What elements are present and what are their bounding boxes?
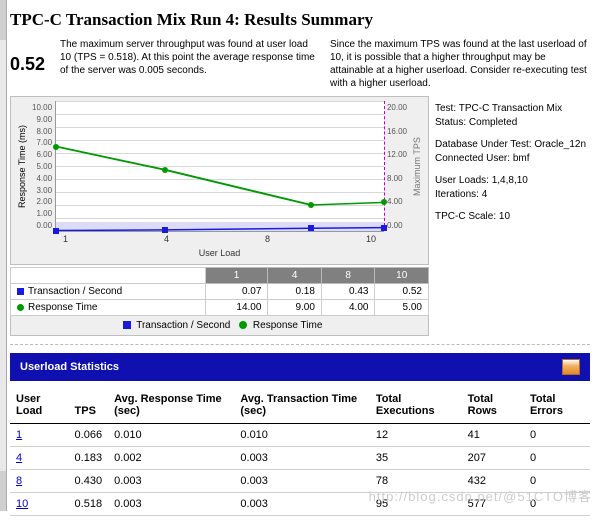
- max-tps-value: 0.52: [10, 54, 50, 75]
- divider: [10, 344, 590, 345]
- y1-axis-label: Response Time (ms): [15, 101, 29, 232]
- chart-panel: Response Time (ms) 10.009.008.007.006.00…: [10, 96, 429, 336]
- page-title: TPC-C Transaction Mix Run 4: Results Sum…: [10, 10, 590, 30]
- userload-link[interactable]: 1: [16, 429, 22, 441]
- x-ticks: 14810: [51, 232, 388, 246]
- stats-col-header: User Load: [10, 387, 69, 424]
- stats-col-header: Total Rows: [462, 387, 524, 424]
- summary-left: The maximum server throughput was found …: [60, 38, 320, 90]
- legend-marker-resp: [239, 321, 247, 329]
- legend-label-resp: Response Time: [253, 320, 322, 331]
- info-loads-label: User Loads:: [435, 175, 489, 186]
- userload-stats-table: User LoadTPSAvg. Response Time (sec)Avg.…: [10, 387, 590, 516]
- chart-legend: Transaction / Second Response Time: [10, 316, 429, 336]
- table-row: 10.0660.0100.01012410: [10, 424, 590, 447]
- series-data-table: 14810 Transaction / Second0.070.180.430.…: [10, 267, 429, 316]
- info-user: bmf: [513, 153, 530, 164]
- info-iter: 4: [482, 189, 488, 200]
- info-test-label: Test:: [435, 103, 456, 114]
- stats-col-header: Total Errors: [524, 387, 590, 424]
- summary-row: 0.52 The maximum server throughput was f…: [10, 38, 590, 90]
- info-user-label: Connected User:: [435, 153, 510, 164]
- stats-col-header: Total Executions: [370, 387, 462, 424]
- info-scale-label: TPC-C Scale:: [435, 211, 496, 222]
- info-test: TPC-C Transaction Mix: [459, 103, 562, 114]
- info-loads: 1,4,8,10: [492, 175, 528, 186]
- table-row: 80.4300.0030.003784320: [10, 470, 590, 493]
- y2-axis-label: Maximum TPS: [410, 101, 424, 232]
- y2-ticks: 20.0016.0012.008.004.000.00: [384, 101, 410, 232]
- stats-col-header: TPS: [69, 387, 109, 424]
- legend-label-tps: Transaction / Second: [136, 320, 230, 331]
- info-db: Oracle_12n: [534, 139, 586, 150]
- x-axis-label: User Load: [15, 246, 424, 264]
- y1-ticks: 10.009.008.007.006.005.004.003.002.001.0…: [29, 101, 55, 232]
- scrollbar-left[interactable]: [0, 0, 7, 511]
- info-status: Completed: [469, 117, 517, 128]
- report-icon[interactable]: [562, 359, 580, 375]
- table-row: 100.5180.0030.003955770: [10, 493, 590, 516]
- userload-stats-header: Userload Statistics: [10, 353, 590, 381]
- baseline-band: [56, 222, 384, 231]
- info-db-label: Database Under Test:: [435, 139, 532, 150]
- legend-marker-tps: [123, 321, 131, 329]
- userload-link[interactable]: 8: [16, 475, 22, 487]
- info-status-label: Status:: [435, 117, 466, 128]
- chart-plot: [55, 101, 384, 232]
- info-panel: Test: TPC-C Transaction Mix Status: Comp…: [435, 96, 590, 336]
- summary-right: Since the maximum TPS was found at the l…: [330, 38, 590, 90]
- stats-col-header: Avg. Transaction Time (sec): [234, 387, 369, 424]
- userload-link[interactable]: 10: [16, 498, 28, 510]
- info-scale: 10: [499, 211, 510, 222]
- userload-link[interactable]: 4: [16, 452, 22, 464]
- table-row: 40.1830.0020.003352070: [10, 447, 590, 470]
- stats-col-header: Avg. Response Time (sec): [108, 387, 234, 424]
- info-iter-label: Iterations:: [435, 189, 479, 200]
- userload-stats-title: Userload Statistics: [20, 361, 119, 373]
